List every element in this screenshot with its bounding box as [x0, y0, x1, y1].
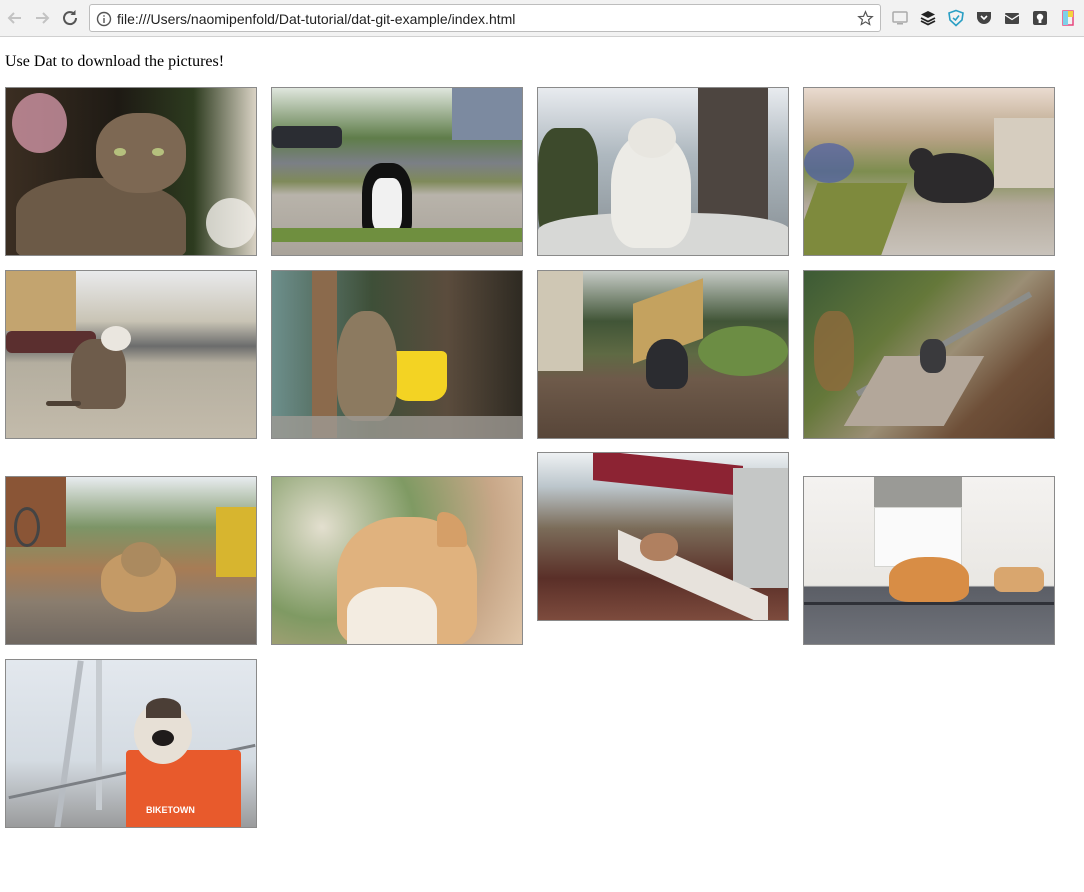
star-icon[interactable] [857, 10, 874, 27]
arrow-right-icon [36, 12, 50, 24]
forward-button[interactable] [30, 6, 54, 30]
reload-button[interactable] [58, 6, 82, 30]
page-heading: Use Dat to download the pictures! [5, 53, 225, 70]
info-icon[interactable] [96, 11, 112, 27]
cast-icon[interactable] [891, 9, 909, 27]
bulb-icon[interactable] [1031, 9, 1049, 27]
cat-photo [803, 87, 1055, 256]
pocket-icon[interactable] [975, 9, 993, 27]
cat-photo [271, 270, 523, 439]
cat-photo [271, 87, 523, 256]
cat-photo [803, 270, 1055, 439]
back-button[interactable] [3, 6, 27, 30]
notebook-icon[interactable] [1059, 9, 1077, 27]
cat-photo [5, 87, 257, 256]
browser-toolbar: file:///Users/naomipenfold/Dat-tutorial/… [0, 0, 1084, 37]
arrow-left-icon [7, 12, 21, 24]
shield-icon[interactable] [947, 9, 965, 27]
basket-logo: BIKETOWN [146, 805, 195, 815]
address-bar[interactable]: file:///Users/naomipenfold/Dat-tutorial/… [89, 4, 881, 32]
layers-icon[interactable] [919, 9, 937, 27]
cat-photo [271, 476, 523, 645]
cat-photo [537, 452, 789, 621]
cat-photo [5, 476, 257, 645]
cat-photo [803, 476, 1055, 645]
cat-photo [5, 270, 257, 439]
mail-icon[interactable] [1003, 9, 1021, 27]
cat-photo [537, 270, 789, 439]
url-text[interactable]: file:///Users/naomipenfold/Dat-tutorial/… [117, 11, 515, 27]
cat-photo [537, 87, 789, 256]
cat-photo: BIKETOWN [5, 659, 257, 828]
reload-icon [63, 10, 78, 26]
